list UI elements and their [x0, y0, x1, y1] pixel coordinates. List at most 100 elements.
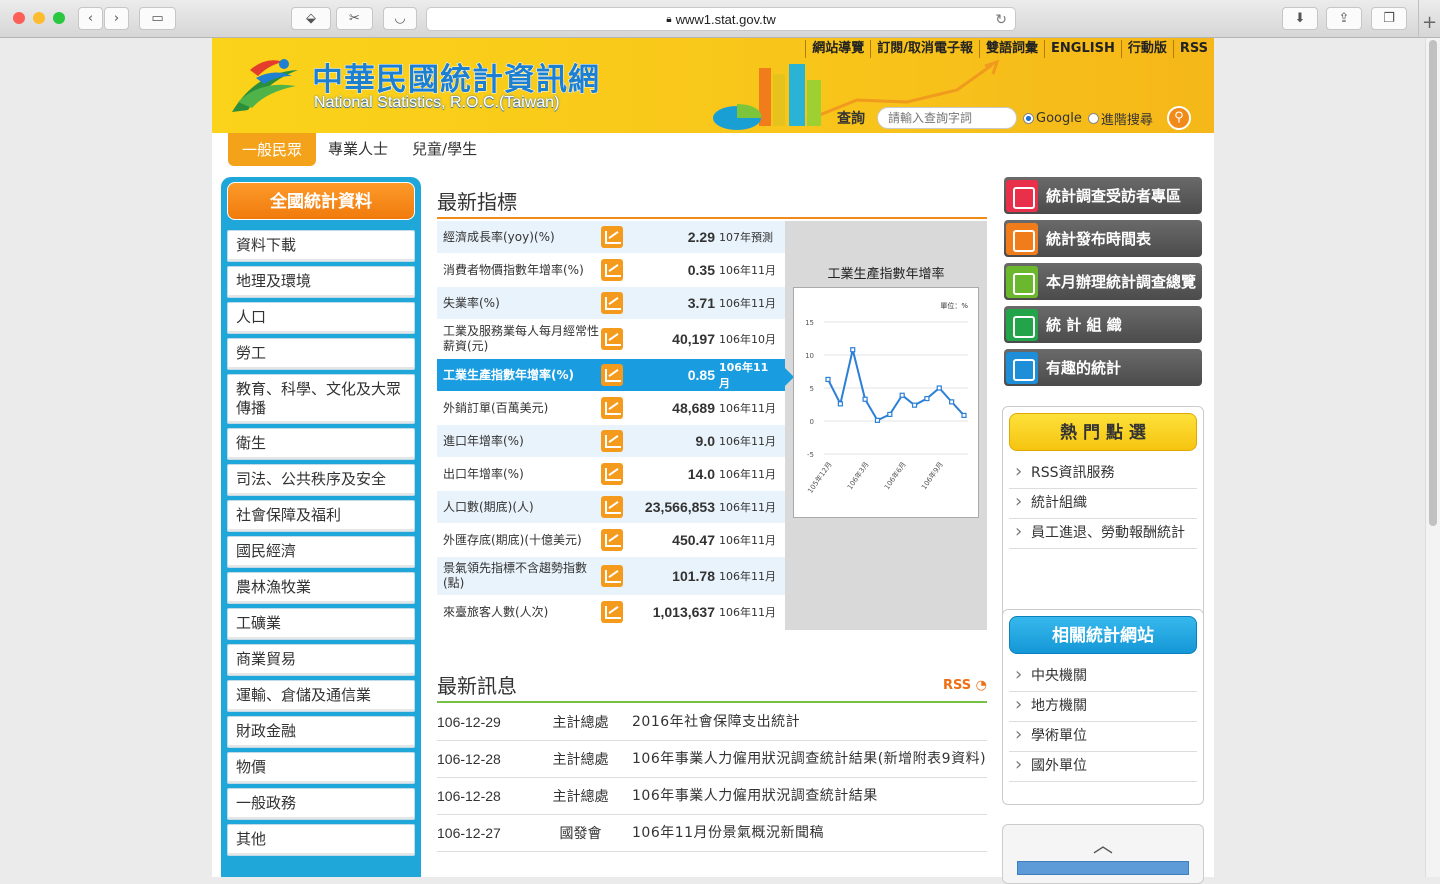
left-nav-item[interactable]: 運輸、倉儲及通信業 [227, 680, 415, 712]
chart-icon[interactable] [601, 430, 623, 452]
news-row[interactable]: 106-12-28 主計總處 106年事業人力僱用狀況調查統計結果 [437, 778, 987, 815]
indicator-row[interactable]: 經濟成長率(yoy)(%) 2.29 107年預測 [437, 221, 785, 254]
search-button[interactable]: ⚲ [1166, 106, 1191, 130]
toplink-sitemap[interactable]: 網站導覽 [805, 40, 870, 58]
news-title-link[interactable]: 106年事業人力僱用狀況調查統計結果 [632, 786, 987, 807]
left-nav-item[interactable]: 勞工 [227, 338, 415, 370]
indicator-row[interactable]: 外匯存底(期底)(十億美元) 450.47 106年11月 [437, 524, 785, 557]
left-nav-item[interactable]: 衛生 [227, 428, 415, 460]
google-radio[interactable] [1023, 112, 1034, 124]
tab-professionals[interactable]: 專業人士 [316, 133, 400, 166]
news-title-link[interactable]: 106年11月份景氣概況新聞稿 [632, 823, 987, 844]
back-button[interactable]: ‹ [78, 7, 103, 30]
tab-children-students[interactable]: 兒童/學生 [400, 133, 489, 166]
chart-icon[interactable] [601, 496, 623, 518]
indicator-row[interactable]: 來臺旅客人數(人次) 1,013,637 106年11月 [437, 596, 785, 629]
chart-icon[interactable] [601, 565, 623, 587]
indicator-row[interactable]: 人口數(期底)(人) 23,566,853 106年11月 [437, 491, 785, 524]
chart-icon[interactable] [601, 529, 623, 551]
organization-button[interactable]: 統 計 組 織 [1004, 306, 1202, 343]
indicator-row[interactable]: 失業率(%) 3.71 106年11月 [437, 287, 785, 320]
toplink-subscribe[interactable]: 訂閱/取消電子報 [870, 40, 979, 58]
left-nav-item[interactable]: 工礦業 [227, 608, 415, 640]
toplink-mobile[interactable]: 行動版 [1120, 40, 1173, 58]
chart-icon[interactable] [601, 292, 623, 314]
chart-icon[interactable] [601, 601, 623, 623]
related-site-item[interactable]: 學術單位 [1009, 722, 1197, 752]
news-title-link[interactable]: 2016年社會保障支出統計 [632, 712, 987, 733]
release-calendar-button[interactable]: 統計發布時間表 [1004, 220, 1202, 257]
left-nav-item[interactable]: 地理及環境 [227, 266, 415, 298]
left-nav-item[interactable]: 國民經濟 [227, 536, 415, 568]
respondents-area-button[interactable]: 統計調查受訪者專區 [1004, 177, 1202, 214]
reload-icon[interactable]: ↻ [995, 11, 1007, 28]
downloads-button[interactable]: ⬇ [1282, 7, 1318, 30]
site-title[interactable]: 中華民國統計資訊網 [312, 54, 600, 99]
related-site-item[interactable]: 中央機關 [1009, 662, 1197, 692]
indicator-date: 106年11月 [719, 606, 776, 619]
pocket-button[interactable]: ◡ [383, 7, 417, 30]
tabs-overview-button[interactable]: ❐ [1371, 7, 1407, 30]
toplink-rss[interactable]: RSS [1172, 40, 1214, 58]
search-input[interactable] [877, 107, 1017, 129]
page-scrollbar[interactable] [1425, 38, 1440, 877]
tab-general-public[interactable]: 一般民眾 [228, 133, 317, 166]
site-logo-icon[interactable] [226, 52, 306, 124]
carousel-banner[interactable] [1017, 861, 1189, 875]
left-nav-item[interactable]: 其他 [227, 824, 415, 856]
indicator-row[interactable]: 消費者物價指數年增率(%) 0.35 106年11月 [437, 254, 785, 287]
news-title-link[interactable]: 106年事業人力僱用狀況調查統計結果(新增附表9資料) [632, 749, 987, 770]
new-tab-button[interactable]: + [1418, 0, 1440, 38]
left-nav-title[interactable]: 全國統計資料 [227, 182, 415, 220]
chart-icon[interactable] [601, 259, 623, 281]
related-site-item[interactable]: 國外單位 [1009, 752, 1197, 782]
chevron-up-icon[interactable]: ︿ [1003, 829, 1203, 858]
indicator-row[interactable]: 進口年增率(%) 9.0 106年11月 [437, 425, 785, 458]
left-nav-item[interactable]: 商業貿易 [227, 644, 415, 676]
chart-icon[interactable] [601, 463, 623, 485]
extension-button[interactable]: ⬙ [291, 7, 331, 30]
news-rss-link[interactable]: RSS ◔ [943, 678, 987, 693]
indicator-row[interactable]: 工業及服務業每人每月經常性薪資(元) 40,197 106年10月 [437, 320, 785, 359]
scrollbar-thumb[interactable] [1429, 40, 1437, 526]
address-bar[interactable]: 🔒︎ www1.stat.gov.tw ↻ [426, 7, 1016, 31]
related-site-item[interactable]: 地方機關 [1009, 692, 1197, 722]
left-nav-item[interactable]: 人口 [227, 302, 415, 334]
hot-picks-item[interactable]: RSS資訊服務 [1009, 459, 1197, 489]
news-row[interactable]: 106-12-28 主計總處 106年事業人力僱用狀況調查統計結果(新增附表9資料) [437, 741, 987, 778]
fun-stats-button[interactable]: 有趣的統計 [1004, 349, 1202, 386]
monthly-surveys-button[interactable]: 本月辦理統計調查總覽 [1004, 263, 1202, 300]
indicator-name: 人口數(期底)(人) [443, 499, 534, 514]
indicator-row[interactable]: 出口年增率(%) 14.0 106年11月 [437, 458, 785, 491]
indicator-row-selected[interactable]: 工業生產指數年增率(%) 0.85 106年11月 [437, 359, 785, 392]
left-nav-item[interactable]: 司法、公共秩序及安全 [227, 464, 415, 496]
toplink-glossary[interactable]: 雙語詞彙 [979, 40, 1044, 58]
left-nav-item[interactable]: 農林漁牧業 [227, 572, 415, 604]
chart-icon[interactable] [601, 226, 623, 248]
zoom-window-button[interactable] [53, 12, 65, 24]
news-row[interactable]: 106-12-27 國發會 106年11月份景氣概況新聞稿 [437, 815, 987, 852]
left-nav-item[interactable]: 教育、科學、文化及大眾傳播 [227, 374, 415, 424]
indicator-row[interactable]: 外銷訂單(百萬美元) 48,689 106年11月 [437, 392, 785, 425]
indicator-row[interactable]: 景氣領先指標不含趨勢指數(點) 101.78 106年11月 [437, 557, 785, 596]
news-row[interactable]: 106-12-29 主計總處 2016年社會保障支出統計 [437, 704, 987, 741]
left-nav-item[interactable]: 資料下載 [227, 230, 415, 262]
toplink-english[interactable]: ENGLISH [1044, 40, 1121, 58]
advanced-radio[interactable] [1087, 112, 1099, 124]
chart-icon[interactable] [601, 328, 623, 350]
hot-picks-item[interactable]: 統計組織 [1009, 489, 1197, 519]
chart-icon[interactable] [601, 397, 623, 419]
left-nav-item[interactable]: 社會保障及福利 [227, 500, 415, 532]
minimize-window-button[interactable] [33, 12, 45, 24]
left-nav-item[interactable]: 物價 [227, 752, 415, 784]
close-window-button[interactable] [13, 12, 25, 24]
forward-button[interactable]: › [104, 7, 129, 30]
share-button[interactable]: ⇪ [1326, 7, 1362, 30]
tools-button[interactable]: ✂ [336, 7, 373, 30]
left-nav-item[interactable]: 財政金融 [227, 716, 415, 748]
chart-icon[interactable] [601, 364, 623, 386]
left-nav-item[interactable]: 一般政務 [227, 788, 415, 820]
hot-picks-item[interactable]: 員工進退、勞動報酬統計 [1009, 519, 1197, 549]
indicator-name: 失業率(%) [443, 295, 500, 310]
sidebar-button[interactable]: ▭ [139, 7, 176, 30]
